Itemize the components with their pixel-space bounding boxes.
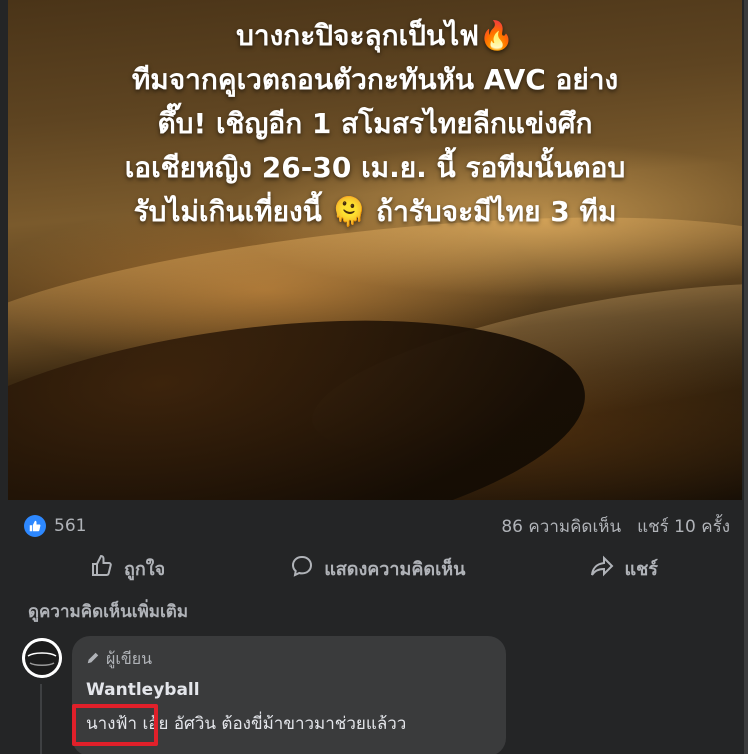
post-headline: บางกะปิจะลุกเป็นไฟ🔥 ทีมจากคูเวตถอนตัวกะท…: [8, 14, 742, 234]
author-badge: ผู้เขียน: [86, 646, 492, 672]
comment-thread-line: [40, 684, 42, 754]
headline-line-1: บางกะปิจะลุกเป็นไฟ🔥: [236, 19, 514, 52]
commenter-avatar[interactable]: [22, 638, 62, 678]
headline-line-5: รับไม่เกินเที่ยงนี้ 🫠 ถ้ารับจะมีไทย 3 ที…: [133, 195, 617, 228]
comment-mention[interactable]: นางฟ้า: [86, 710, 137, 737]
post-image[interactable]: บางกะปิจะลุกเป็นไฟ🔥 ทีมจากคูเวตถอนตัวกะท…: [8, 0, 742, 500]
comment-button[interactable]: แสดงความคิดเห็น: [270, 550, 485, 587]
comment-bubble-icon: [290, 554, 314, 583]
comment-author-name[interactable]: Wantleyball: [86, 680, 492, 704]
pencil-icon: [86, 650, 100, 669]
like-button[interactable]: ถูกใจ: [30, 550, 185, 587]
author-badge-label: ผู้เขียน: [106, 648, 153, 668]
like-button-label: ถูกใจ: [124, 558, 166, 580]
share-button-label: แชร์: [624, 558, 658, 580]
reaction-count[interactable]: 561: [24, 515, 86, 537]
headline-line-2: ทีมจากคูเวตถอนตัวกะทันหัน AVC อย่าง: [131, 63, 619, 96]
comment-text: นางฟ้า เอ้ย อัศวิน ต้องขี่ม้าขาวมาช่วยแล…: [86, 710, 492, 737]
like-reaction-icon: [24, 515, 46, 537]
view-more-comments-link[interactable]: ดูความคิดเห็นเพิ่มเติม: [28, 598, 188, 625]
reaction-stats: 561 86 ความคิดเห็น แชร์ 10 ครั้ง: [24, 512, 730, 540]
share-count[interactable]: แชร์ 10 ครั้ง: [637, 513, 730, 540]
share-arrow-icon: [590, 554, 614, 583]
post-actions: ถูกใจ แสดงความคิดเห็น แชร์: [30, 548, 718, 588]
share-button[interactable]: แชร์: [570, 550, 718, 587]
thumbs-up-icon: [90, 554, 114, 583]
headline-line-4: เอเชียหญิง 26-30 เม.ย. นี้ รอทีมนั้นตอบ: [124, 151, 626, 184]
comment-count[interactable]: 86 ความคิดเห็น: [501, 513, 621, 540]
like-count: 561: [54, 516, 87, 536]
comment-button-label: แสดงความคิดเห็น: [324, 558, 466, 580]
comment-bubble: ผู้เขียน Wantleyball นางฟ้า เอ้ย อัศวิน …: [72, 636, 506, 754]
scrollbar[interactable]: [744, 0, 748, 754]
comment-body: เอ้ย อัศวิน ต้องขี่ม้าขาวมาช่วยแล้วว: [137, 714, 407, 734]
headline-line-3: ตึ๊บ! เชิญอีก 1 สโมสรไทยลีกแข่งศึก: [157, 107, 593, 140]
